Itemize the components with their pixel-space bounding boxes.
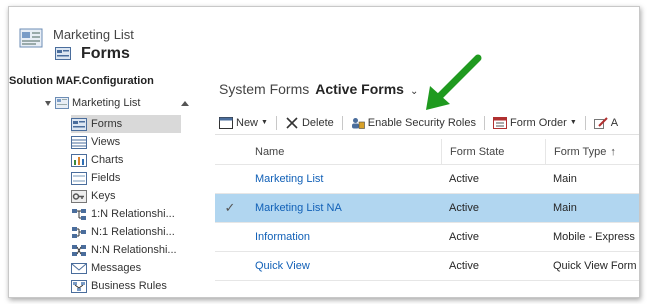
new-label: New xyxy=(236,116,259,129)
toolbar: New ▼ Delete Enable Security Roles Form … xyxy=(215,111,639,135)
row-name-link[interactable]: Information xyxy=(245,231,441,243)
overflow-label: A xyxy=(610,116,619,129)
edit-icon xyxy=(593,116,608,129)
system-forms-label: System Forms xyxy=(219,81,310,97)
security-roles-icon xyxy=(351,117,365,129)
row-type: Main xyxy=(553,202,577,214)
new-form-icon xyxy=(219,116,233,129)
row-name-link[interactable]: Marketing List NA xyxy=(245,202,441,214)
nav-item-label: Messages xyxy=(91,262,142,274)
enable-security-roles-button[interactable]: Enable Security Roles xyxy=(347,113,480,133)
business-rules-icon xyxy=(71,279,87,293)
nav-item-fields[interactable]: Fields xyxy=(71,169,181,187)
form-order-label: Form Order xyxy=(509,116,567,129)
nav-item-business-rules[interactable]: Business Rules xyxy=(71,277,181,295)
column-header-state-label: Form State xyxy=(450,145,505,158)
row-state: Active xyxy=(449,231,479,243)
form-order-icon xyxy=(492,116,507,129)
grid-header: Name Form State Form Type ↑ xyxy=(215,139,639,165)
nav-item-label: Keys xyxy=(91,190,116,202)
header: Marketing List Forms xyxy=(9,7,639,71)
table-row[interactable]: ✓ Marketing List NA Active Main xyxy=(215,194,639,223)
views-icon xyxy=(71,135,87,149)
fields-icon xyxy=(71,171,87,185)
entity-icon xyxy=(55,97,69,109)
messages-icon xyxy=(71,262,87,274)
toolbar-divider xyxy=(584,115,586,130)
nav-item-n1-relationships[interactable]: N:1 Relationshi... xyxy=(71,223,181,241)
nav-item-label: N:N Relationshi... xyxy=(91,244,177,256)
column-header-state[interactable]: Form State xyxy=(441,139,545,164)
chevron-down-icon[interactable]: ⌄ xyxy=(410,86,418,97)
nav-item-keys[interactable]: Keys xyxy=(71,187,181,205)
solution-title: Solution MAF.Configuration xyxy=(9,75,154,87)
toolbar-divider xyxy=(275,115,277,130)
relationship-icon xyxy=(72,208,86,220)
row-state: Active xyxy=(449,202,479,214)
sort-ascending-icon: ↑ xyxy=(610,145,616,158)
nav-item-label: Fields xyxy=(91,172,121,184)
main-panel: System Forms Active Forms ⌄ New ▼ Delete… xyxy=(215,71,639,297)
caret-down-icon: ▼ xyxy=(569,119,577,126)
tree-root-marketing-list[interactable]: Marketing List xyxy=(45,95,140,111)
column-header-type-label: Form Type xyxy=(554,145,607,158)
relationship-icon xyxy=(72,244,86,256)
forms-icon xyxy=(71,117,87,131)
nav-item-views[interactable]: Views xyxy=(71,133,181,151)
row-state: Active xyxy=(449,260,479,272)
delete-button[interactable]: Delete xyxy=(281,113,338,133)
window: Marketing List Forms Solution MAF.Config… xyxy=(8,6,640,298)
table-row[interactable]: Information Active Mobile - Express xyxy=(215,223,639,252)
scroll-up-arrow-icon[interactable] xyxy=(181,101,189,106)
marketing-list-icon xyxy=(19,28,43,48)
view-dropdown[interactable]: Active Forms xyxy=(315,81,404,97)
relationship-icon xyxy=(72,226,86,238)
nav-item-label: Views xyxy=(91,136,121,148)
view-selector: System Forms Active Forms ⌄ xyxy=(219,81,418,97)
forms-icon xyxy=(55,47,71,60)
caret-down-icon: ▼ xyxy=(261,119,268,126)
column-header-name[interactable]: Name xyxy=(245,146,441,158)
nav-item-1n-relationships[interactable]: 1:N Relationshi... xyxy=(71,205,181,223)
tree-root-label: Marketing List xyxy=(72,97,141,109)
delete-label: Delete xyxy=(301,116,334,129)
keys-icon xyxy=(71,189,87,203)
security-roles-label: Enable Security Roles xyxy=(367,116,476,129)
checkmark-icon[interactable]: ✓ xyxy=(215,200,245,216)
nav-item-nn-relationships[interactable]: N:N Relationshi... xyxy=(71,241,181,259)
forms-grid: Name Form State Form Type ↑ Marketing Lis… xyxy=(215,139,639,281)
nav-item-label: Business Rules xyxy=(91,280,167,292)
nav-item-label: 1:N Relationshi... xyxy=(91,208,175,220)
row-type: Mobile - Express xyxy=(553,231,635,243)
expand-triangle-icon[interactable] xyxy=(45,100,51,106)
toolbar-divider xyxy=(483,115,485,130)
nav-item-charts[interactable]: Charts xyxy=(71,151,181,169)
charts-icon xyxy=(71,153,87,167)
row-name-link[interactable]: Marketing List xyxy=(245,173,441,185)
breadcrumb[interactable]: Marketing List xyxy=(53,27,134,42)
delete-x-icon xyxy=(286,116,298,129)
overflow-button[interactable]: A xyxy=(590,113,622,133)
column-header-type[interactable]: Form Type ↑ xyxy=(545,139,639,164)
nav-list: Forms Views Charts Fields Keys 1:N Relat… xyxy=(71,115,181,295)
table-row[interactable]: Marketing List Active Main xyxy=(215,165,639,194)
row-type: Main xyxy=(553,173,577,185)
row-type: Quick View Form xyxy=(553,260,637,272)
table-row[interactable]: Quick View Active Quick View Form xyxy=(215,252,639,281)
toolbar-divider xyxy=(341,115,343,130)
page-title: Forms xyxy=(81,45,130,62)
row-name-link[interactable]: Quick View xyxy=(245,260,441,272)
form-order-button[interactable]: Form Order ▼ xyxy=(489,113,581,133)
new-button[interactable]: New ▼ xyxy=(215,113,272,133)
nav-item-label: Forms xyxy=(91,118,123,130)
row-state: Active xyxy=(449,173,479,185)
nav-item-label: Charts xyxy=(91,154,124,166)
nav-item-forms[interactable]: Forms xyxy=(71,115,181,133)
solution-nav: Solution MAF.Configuration Marketing Lis… xyxy=(9,71,207,297)
nav-item-messages[interactable]: Messages xyxy=(71,259,181,277)
nav-item-label: N:1 Relationshi... xyxy=(91,226,175,238)
